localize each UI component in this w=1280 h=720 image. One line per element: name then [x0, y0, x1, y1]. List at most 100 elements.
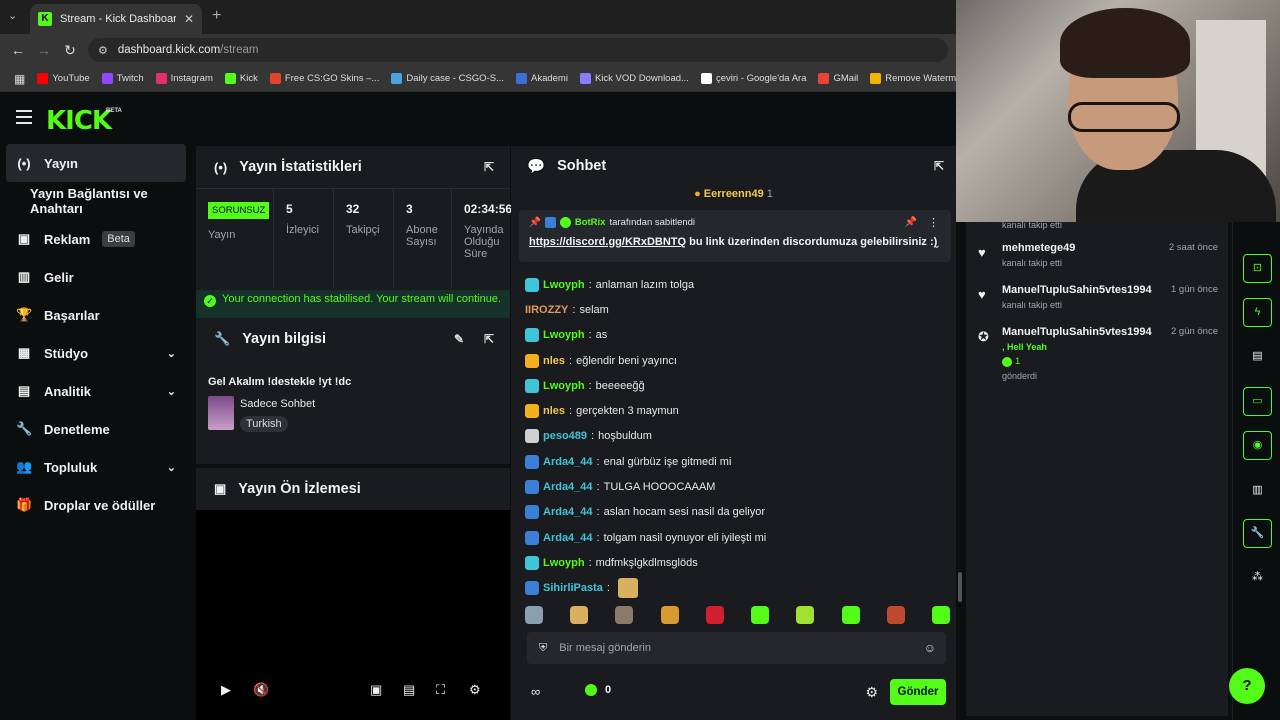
chat-username[interactable]: Lwoyph [543, 557, 585, 569]
sidebar-item[interactable]: 🏆 Başarılar [6, 296, 186, 334]
mute-icon[interactable]: 🔇 [253, 682, 269, 698]
chat-scrollbar[interactable] [958, 572, 962, 602]
popout-icon[interactable]: ⇱ [484, 160, 494, 174]
send-button[interactable]: Gönder [890, 679, 946, 705]
emoji-picker-icon[interactable]: ☺ [924, 641, 936, 655]
community-icon[interactable]: ⁂ [1243, 570, 1272, 590]
bookmark-item[interactable]: Kick VOD Download... [574, 73, 695, 84]
sidebar-item[interactable]: (•) Yayın [6, 144, 186, 182]
broadcast-icon[interactable]: ◉ [1243, 431, 1272, 460]
bookmark-item[interactable]: Twitch [96, 73, 150, 84]
chevron-down-icon[interactable]: ⌄ [167, 385, 176, 398]
emote-icon[interactable] [841, 606, 860, 624]
emote-icon[interactable] [570, 606, 589, 624]
chat-message[interactable]: Arda4_44: enal gürbüz işe gitmedi mi [525, 449, 950, 474]
browser-tab[interactable]: K Stream - Kick Dashboard ✕ [30, 4, 202, 34]
wrench-icon[interactable]: 🔧 [1243, 519, 1272, 548]
chat-message[interactable]: Arda4_44: aslan hocam sesi nasil da geliy… [525, 500, 950, 525]
chat-username[interactable]: SihirliPasta [543, 582, 603, 594]
sidebar-item[interactable]: 👥 Topluluk ⌄ [6, 448, 186, 486]
chat-message[interactable]: Lwoyph: anlaman lazım tolga [525, 272, 950, 297]
chat-message[interactable]: Arda4_44: tolgam nasil oynuyor eli iyileş… [525, 525, 950, 550]
chat-message[interactable]: peso489: hoşbuldum [525, 424, 950, 449]
bookmark-item[interactable]: GMail [812, 73, 864, 84]
unpin-icon[interactable]: 📌 [905, 217, 917, 228]
chat-message[interactable]: Lwoyph: beeeeeğğ [525, 373, 950, 398]
chevron-down-icon[interactable]: ⌄ [167, 461, 176, 474]
bookmark-item[interactable]: YouTube [31, 73, 95, 84]
bookmark-item[interactable]: çeviri - Google'da Ara [695, 73, 813, 84]
emote-icon[interactable] [931, 606, 950, 624]
sidebar-item[interactable]: ▦ Stüdyo ⌄ [6, 334, 186, 372]
infinity-icon[interactable]: ∞ [531, 684, 540, 699]
settings-icon[interactable]: ⚙ [469, 682, 481, 698]
chat-message[interactable]: nles: gerçekten 3 maymun [525, 398, 950, 423]
theater-icon[interactable]: ▤ [403, 682, 415, 698]
popout-icon[interactable]: ⇱ [484, 332, 494, 346]
scene-icon[interactable]: ⊡ [1243, 254, 1272, 283]
sidebar-item[interactable]: 🔧 Denetleme [6, 410, 186, 448]
tab-list-chevron-icon[interactable]: ⌄ [8, 9, 22, 23]
pinned-link[interactable]: https://discord.gg/KRxDBNTQ [529, 236, 686, 248]
help-headset-icon[interactable]: ? [1229, 668, 1265, 704]
emote-icon[interactable] [660, 606, 679, 624]
chat-message[interactable]: IIROZZY: selam [525, 297, 950, 322]
address-bar[interactable]: ⚙ dashboard.kick.com/stream [88, 38, 948, 62]
apps-grid-icon[interactable]: ▦ [8, 72, 31, 86]
pinned-message[interactable]: 📌 BotRix tarafından sabitlendi https://d… [519, 210, 951, 262]
bookmark-item[interactable]: Free CS:GO Skins –... [264, 73, 386, 84]
emote-icon[interactable] [705, 606, 724, 624]
chat-input[interactable]: ⛨ Bir mesaj gönderin ☺ [527, 632, 946, 664]
sidebar-item[interactable]: ▤ Analitik ⌄ [6, 372, 186, 410]
chat-message[interactable]: SihirliPasta: [525, 576, 950, 601]
chat-username[interactable]: Arda4_44 [543, 481, 593, 493]
expand-chevron-icon[interactable]: ⌄ [933, 240, 941, 251]
chat-leaderboard[interactable]: ● Eerreenn49 1 [511, 188, 956, 200]
new-tab-icon[interactable]: + [212, 7, 221, 25]
chat-message[interactable]: Lwoyph: as [525, 323, 950, 348]
site-settings-icon[interactable]: ⚙ [98, 44, 108, 57]
bookmark-item[interactable]: Akademi [510, 73, 574, 84]
reload-icon[interactable]: ↻ [62, 42, 78, 59]
video-preview[interactable]: ▶ 🔇 ▣ ▤ ⛶ ⚙ [196, 510, 510, 720]
layout-icon[interactable]: ▥ [1243, 483, 1272, 503]
chat-username[interactable]: Arda4_44 [543, 506, 593, 518]
more-options-icon[interactable]: ⋮ [928, 216, 939, 229]
chat-username[interactable]: nles [543, 405, 565, 417]
emote-icon[interactable] [751, 606, 770, 624]
menu-icon[interactable] [16, 110, 32, 124]
fullscreen-icon[interactable]: ⛶ [436, 682, 445, 698]
sidebar-item[interactable]: Yayın Bağlantısı ve Anahtarı [6, 182, 186, 220]
chat-username[interactable]: Arda4_44 [543, 456, 593, 468]
sidebar-item[interactable]: ▣ Reklam Beta [6, 220, 186, 258]
lightning-icon[interactable]: ϟ [1243, 298, 1272, 327]
chat-username[interactable]: peso489 [543, 430, 587, 442]
chat-username[interactable]: Lwoyph [543, 380, 585, 392]
pip-icon[interactable]: ▣ [370, 682, 382, 698]
channel-points[interactable]: 0 [585, 684, 611, 696]
back-icon[interactable]: ← [10, 42, 26, 58]
chat-username[interactable]: nles [543, 355, 565, 367]
emote-icon[interactable] [525, 606, 543, 624]
chat-username[interactable]: Arda4_44 [543, 532, 593, 544]
bookmark-item[interactable]: Kick [219, 73, 264, 84]
emote-icon[interactable] [796, 606, 815, 624]
forward-icon[interactable]: → [36, 42, 52, 58]
popout-icon[interactable]: ⇱ [934, 159, 944, 173]
emote-icon[interactable] [615, 606, 634, 624]
sidebar-item[interactable]: ▥ Gelir [6, 258, 186, 296]
chat-message[interactable]: Arda4_44: TULGA HOOOCAAAM [525, 474, 950, 499]
chat-username[interactable]: IIROZZY [525, 304, 568, 316]
play-icon[interactable]: ▶ [221, 682, 231, 698]
chat-icon[interactable]: ▭ [1243, 387, 1272, 416]
chat-username[interactable]: Lwoyph [543, 329, 585, 341]
edit-icon[interactable]: ✎ [454, 332, 464, 346]
sidebar-item[interactable]: 🎁 Droplar ve ödüller [6, 486, 186, 524]
chevron-down-icon[interactable]: ⌄ [167, 347, 176, 360]
close-tab-icon[interactable]: ✕ [184, 12, 194, 26]
chat-username[interactable]: Lwoyph [543, 279, 585, 291]
chat-settings-icon[interactable]: ⚙ [865, 684, 878, 701]
emote-icon[interactable] [886, 606, 905, 624]
bookmark-item[interactable]: Instagram [150, 73, 219, 84]
chat-message[interactable]: Lwoyph: mdfmkşlgkdlmsglöds [525, 550, 950, 575]
